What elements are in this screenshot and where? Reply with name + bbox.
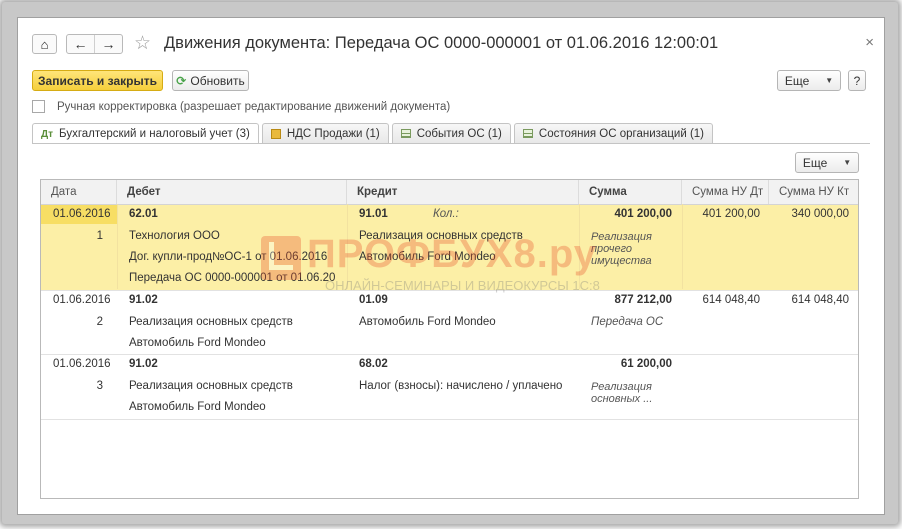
col-nu-dt[interactable]: Сумма НУ Дт (682, 180, 769, 204)
row-credit-account: 68.02 (359, 358, 388, 370)
row-debit-account: 62.01 (129, 208, 158, 220)
tab-fa-events[interactable]: События ОС (1) (391, 123, 511, 143)
back-arrow-icon[interactable]: ← (67, 35, 94, 53)
watermark-title: ПРОФБУХ8.ру (307, 232, 597, 276)
col-date[interactable]: Дата (41, 180, 117, 204)
col-amount[interactable]: Сумма (579, 180, 682, 204)
row-debit-sub1: Реализация основных средств (129, 316, 293, 328)
forward-arrow-icon[interactable]: → (94, 35, 122, 53)
row-amount: 61 200,00 (620, 358, 672, 370)
row-nu-dt: 614 048,40 (702, 294, 760, 306)
home-button[interactable]: ⌂ (32, 34, 57, 54)
row-number: 3 (96, 380, 103, 392)
manual-edit-checkbox[interactable] (32, 100, 45, 113)
col-nu-kt[interactable]: Сумма НУ Кт (769, 180, 858, 204)
refresh-icon: ⟳ (176, 73, 187, 88)
manual-edit-label: Ручная корректировка (разрешает редактир… (57, 100, 451, 113)
save-and-close-button[interactable]: Записать и закрыть (32, 70, 163, 91)
row-debit-sub3: Передача ОС 0000-000001 от 01.06.2016 12 (129, 272, 335, 284)
row-content: Реализация основных ... (591, 381, 653, 405)
table-header: Дата Дебет Кредит Сумма Сумма НУ Дт Сумм… (41, 180, 858, 205)
table-register-icon (400, 129, 411, 138)
row-debit-account: 91.02 (129, 294, 158, 306)
column-divider (682, 204, 683, 289)
table-register-icon (522, 129, 533, 138)
table-row[interactable]: 01.06.2016 91.02 01.09 877 212,00 614 04… (41, 290, 858, 355)
row-date: 01.06.2016 (53, 294, 111, 306)
refresh-button[interactable]: ⟳ Обновить (172, 70, 249, 91)
row-date: 01.06.2016 (53, 208, 111, 220)
watermark-subtitle: ОНЛАЙН-СЕМИНАРЫ И ВИДЕОКУРСЫ 1С:8 (325, 278, 600, 293)
row-number: 1 (96, 230, 103, 242)
row-credit-sub1: Налог (взносы): начислено / уплачено (359, 380, 563, 392)
refresh-label: Обновить (190, 73, 245, 88)
row-debit-sub2: Автомобиль Ford Mondeo (129, 401, 266, 413)
row-nu-kt: 614 048,40 (791, 294, 849, 306)
tab-accounting[interactable]: Дт Бухгалтерский и налоговый учет (3) (32, 123, 259, 144)
row-content: Передача ОС (591, 316, 664, 328)
row-debit-sub1: Реализация основных средств (129, 380, 293, 392)
row-nu-kt: 340 000,00 (791, 208, 849, 220)
table-row[interactable]: 01.06.2016 91.02 68.02 61 200,00 3 Реали… (41, 354, 858, 420)
row-content: Реализация прочего имущества (591, 231, 652, 267)
more-label: Еще (784, 73, 810, 88)
row-credit-sub1: Автомобиль Ford Mondeo (359, 316, 496, 328)
tab-accounting-label: Бухгалтерский и налоговый учет (3) (59, 128, 250, 140)
navigation-buttons: ← → (66, 34, 123, 54)
col-debit[interactable]: Дебет (117, 180, 347, 204)
help-button[interactable]: ? (848, 70, 866, 91)
table-more-button[interactable]: Еще ▼ (795, 152, 859, 173)
dropdown-arrow-icon: ▼ (843, 158, 852, 167)
tab-vat-sales[interactable]: НДС Продажи (1) (261, 123, 389, 143)
row-amount: 877 212,00 (614, 294, 672, 306)
row-credit-account: 01.09 (359, 294, 388, 306)
row-debit-sub1: Технология ООО (129, 230, 220, 242)
watermark-logo-icon (261, 236, 301, 280)
row-credit-qty-label: Кол.: (433, 208, 459, 220)
tab-vat-sales-label: НДС Продажи (1) (286, 127, 380, 140)
more-menu-button[interactable]: Еще ▼ (777, 70, 841, 91)
accounting-register-icon: Дт (41, 128, 54, 140)
row-number: 2 (96, 316, 103, 328)
tab-fa-events-label: События ОС (1) (416, 127, 502, 140)
column-divider (117, 204, 118, 289)
manual-edit-row: Ручная корректировка (разрешает редактир… (32, 100, 450, 113)
tab-fa-states[interactable]: Состояния ОС организаций (1) (513, 123, 714, 143)
home-icon: ⌂ (40, 36, 49, 52)
favorite-star-icon[interactable]: ☆ (134, 32, 151, 55)
register-tabs: Дт Бухгалтерский и налоговый учет (3) НД… (32, 123, 714, 144)
tab-fa-states-label: Состояния ОС организаций (1) (538, 127, 705, 140)
row-debit-sub2: Автомобиль Ford Mondeo (129, 337, 266, 349)
row-amount: 401 200,00 (614, 208, 672, 220)
tab-divider (32, 143, 870, 144)
document-movements-window: ⌂ ← → ☆ Движения документа: Передача ОС … (17, 17, 885, 515)
row-date: 01.06.2016 (53, 358, 111, 370)
register-folder-icon (270, 128, 281, 139)
row-nu-dt: 401 200,00 (702, 208, 760, 220)
dropdown-arrow-icon: ▼ (825, 76, 834, 85)
table-more-label: Еще (802, 155, 828, 170)
window-title: Движения документа: Передача ОС 0000-000… (164, 34, 719, 52)
entries-table[interactable]: Дата Дебет Кредит Сумма Сумма НУ Дт Сумм… (40, 179, 859, 499)
col-credit[interactable]: Кредит (347, 180, 579, 204)
row-debit-account: 91.02 (129, 358, 158, 370)
row-credit-account: 91.01 (359, 208, 388, 220)
close-icon[interactable]: × (865, 34, 874, 51)
